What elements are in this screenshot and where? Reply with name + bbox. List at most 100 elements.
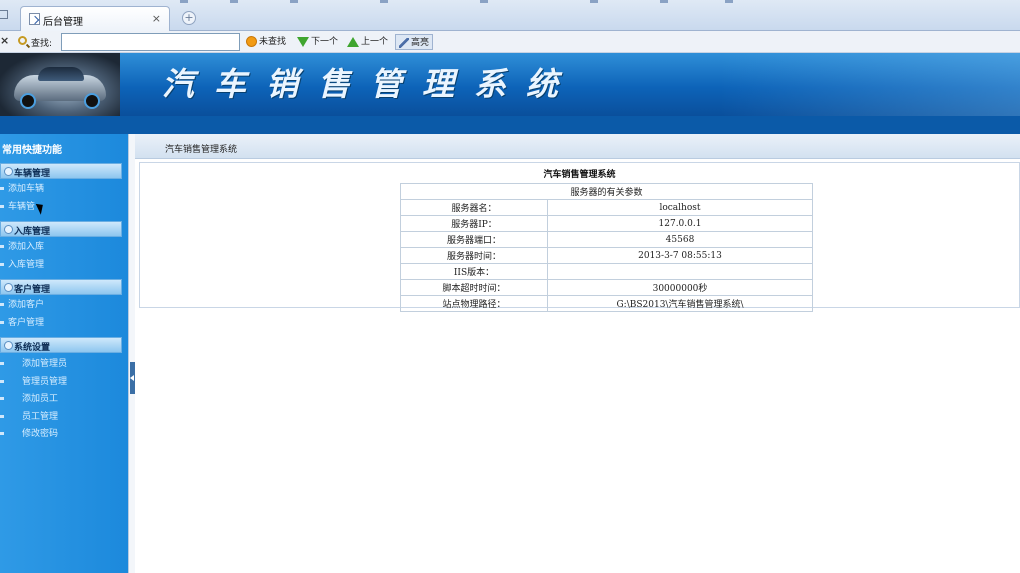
group-label: 系统设置 [14, 343, 51, 353]
menu-label: 添加员工 [22, 394, 59, 404]
group-label: 客户管理 [14, 285, 51, 295]
table-row: IIS版本： [400, 263, 813, 280]
row-key: 服务器名： [400, 199, 548, 216]
group-icon [4, 283, 13, 292]
banner-glare [720, 53, 1020, 116]
find-label: 查找: [31, 39, 53, 49]
menu-label: 客户管理 [8, 318, 45, 328]
bullet-icon [0, 362, 4, 365]
not-found-label: 未查找 [259, 37, 287, 47]
server-info-panel: 汽车销售管理系统 服务器的有关参数 服务器名： localhost 服务器IP：… [139, 162, 1020, 312]
bullet-icon [0, 415, 4, 418]
browser-tab-strip: 后台管理 × + [0, 0, 1020, 31]
car-logo-image [0, 53, 120, 116]
sidebar-item-admin-manage[interactable]: 管理员管理 [0, 374, 67, 390]
close-tab-icon[interactable]: × [152, 12, 161, 25]
sidebar-item-change-password[interactable]: 修改密码 [0, 426, 58, 442]
find-next-label: 下一个 [311, 37, 339, 47]
bullet-icon [0, 303, 4, 306]
car-wheel [84, 93, 100, 109]
row-key: IIS版本： [400, 263, 548, 280]
table-header-row: 服务器的有关参数 [400, 183, 813, 200]
row-value: 45568 [547, 231, 813, 248]
menu-label: 入库管理 [8, 260, 45, 270]
find-prev-label: 上一个 [361, 37, 389, 47]
group-icon [4, 341, 13, 350]
not-found-button[interactable]: 未查找 [246, 34, 286, 50]
bullet-icon [0, 432, 4, 435]
row-value: localhost [547, 199, 813, 216]
breadcrumb-text: 汽车销售管理系统 [165, 145, 238, 155]
row-key: 服务器时间： [400, 247, 548, 264]
menu-label: 员工管理 [22, 412, 59, 422]
table-row: 站点物理路径： G:\BS2013\汽车销售管理系统\ [400, 295, 813, 312]
server-info-table: 服务器的有关参数 服务器名： localhost 服务器IP： 127.0.0.… [400, 183, 813, 312]
bookmark-bar-fragment [180, 0, 740, 4]
row-value: 30000000秒 [547, 279, 813, 296]
sidebar-title: 常用快捷功能 [2, 145, 62, 156]
search-icon [18, 36, 27, 45]
car-glass [38, 67, 84, 81]
bullet-icon [0, 187, 4, 190]
pen-icon [399, 37, 409, 48]
close-findbar-icon[interactable]: × [0, 34, 9, 47]
highlight-button[interactable]: 高亮 [395, 34, 434, 50]
system-title: 汽车销售管理系统 [162, 65, 579, 103]
table-row: 服务器时间： 2013-3-7 08:55:13 [400, 247, 813, 264]
sidebar-splitter[interactable] [128, 134, 135, 573]
group-label: 入库管理 [14, 227, 51, 237]
sidebar-item-customer-manage[interactable]: 客户管理 [0, 315, 44, 331]
browser-tab[interactable]: 后台管理 × [20, 6, 170, 31]
bullet-icon [0, 321, 4, 324]
find-prev-button[interactable]: 上一个 [347, 34, 388, 50]
menu-label: 车辆管 [8, 202, 36, 212]
table-row: 服务器名： localhost [400, 199, 813, 216]
main-content: 汽车销售管理系统 汽车销售管理系统 服务器的有关参数 服务器名： localho… [135, 134, 1020, 573]
breadcrumb: 汽车销售管理系统 [135, 134, 1020, 159]
sidebar-item-employee-manage[interactable]: 员工管理 [0, 409, 58, 425]
sidebar-item-stock-manage[interactable]: 入库管理 [0, 257, 44, 273]
new-tab-button[interactable]: + [182, 11, 196, 25]
row-value [547, 263, 813, 280]
row-value: 2013-3-7 08:55:13 [547, 247, 813, 264]
highlight-label: 高亮 [411, 38, 430, 48]
find-next-button[interactable]: 下一个 [297, 34, 338, 50]
arrow-down-icon [297, 36, 309, 47]
bullet-icon [0, 397, 4, 400]
sidebar-item-add-stock[interactable]: 添加入库 [0, 239, 44, 255]
table-row: 脚本超时时间： 30000000秒 [400, 279, 813, 296]
sidebar-item-add-admin[interactable]: 添加管理员 [0, 356, 67, 372]
menu-label: 添加入库 [8, 242, 45, 252]
row-key: 服务器端口： [400, 231, 548, 248]
find-bar: × 查找: 未查找 下一个 上一个 高亮 [0, 31, 1020, 53]
menu-label: 添加车辆 [8, 184, 45, 194]
menu-label: 添加管理员 [22, 359, 68, 369]
bullet-icon [0, 380, 4, 383]
menu-label: 管理员管理 [22, 377, 68, 387]
row-key: 站点物理路径： [400, 295, 548, 312]
sidebar: 常用快捷功能 车辆管理 添加车辆 车辆管 入库管理 添加入库 入库管理 客户管理… [0, 134, 128, 573]
sidebar-group-customers[interactable]: 客户管理 [0, 279, 122, 295]
sidebar-item-add-customer[interactable]: 添加客户 [0, 297, 44, 313]
sidebar-item-add-vehicle[interactable]: 添加车辆 [0, 181, 44, 197]
group-label: 车辆管理 [14, 169, 51, 179]
row-value: G:\BS2013\汽车销售管理系统\ [547, 295, 813, 312]
warning-icon [246, 36, 257, 47]
sidebar-item-add-employee[interactable]: 添加员工 [0, 391, 58, 407]
sidebar-item-vehicle-manage[interactable]: 车辆管 [0, 199, 35, 215]
sidebar-group-stock[interactable]: 入库管理 [0, 221, 122, 237]
car-wheel [20, 93, 36, 109]
header-subbar [0, 116, 1020, 134]
group-icon [4, 167, 13, 176]
menu-label: 添加客户 [8, 300, 45, 310]
window-icon[interactable] [0, 10, 8, 19]
find-input[interactable] [61, 33, 240, 51]
sidebar-group-vehicles[interactable]: 车辆管理 [0, 163, 122, 179]
row-value: 127.0.0.1 [547, 215, 813, 232]
page-icon [29, 13, 40, 25]
menu-label: 修改密码 [22, 429, 59, 439]
group-icon [4, 225, 13, 234]
sidebar-group-settings[interactable]: 系统设置 [0, 337, 122, 353]
header-banner: 汽车销售管理系统 [0, 53, 1020, 116]
bullet-icon [0, 205, 4, 208]
